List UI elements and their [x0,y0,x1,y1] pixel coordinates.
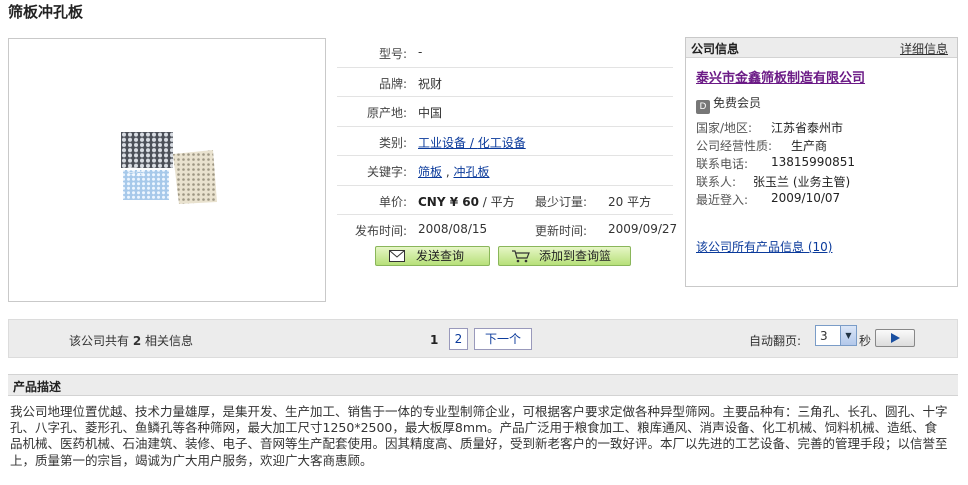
play-icon [891,333,900,343]
description-header: 产品描述 [8,374,958,396]
company-nature: 公司经营性质: 生产商 [696,137,827,154]
send-inquiry-label: 发送查询 [416,249,465,263]
seconds-label: 秒 [859,334,872,348]
company-info-panel: 公司信息 详细信息 泰兴市金鑫筛板制造有限公司 D 免费会员 国家/地区: 江苏省泰… [685,37,958,287]
description-title: 产品描述 [13,380,62,394]
description-text: 我公司地理位置优越、技术力量雄厚，是集开发、生产加工、销售于一体的专业型制筛企业… [10,404,948,468]
price-unit: / 平方 [478,194,515,209]
membership-badge: D 免费会员 [696,94,761,114]
count-number: 2 [132,334,142,348]
attr-row-brand: 品牌: 祝财 [337,68,673,97]
publish-value: 2008/08/15 [418,222,488,236]
contact-value: 张玉兰 (业务主管) [753,175,851,189]
pagination-bar: 该公司共有 2 相关信息 1 2 下一个 自动翻页: 3 ▼ 秒 [8,319,958,358]
membership-label: 免费会员 [713,96,762,110]
moq-value: 20 平方 [608,194,652,209]
cart-icon [512,250,530,263]
category-value: 工业设备 / 化工设备 [418,134,526,151]
attr-row-model: 型号: - [337,38,673,68]
origin-label: 原产地: [366,106,407,120]
page-title: 筛板冲孔板 [8,3,84,21]
publish-label: 发布时间: [354,224,407,238]
nature-value: 生产商 [791,139,828,153]
login-value: 2009/10/07 [771,191,841,205]
member-icon: D [696,100,710,114]
company-name-link[interactable]: 泰兴市金鑫筛板制造有限公司 [696,67,865,86]
add-to-basket-button[interactable]: 添加到查询篮 [498,246,631,266]
price-amount: CNY ¥ 60 [418,194,479,209]
login-label: 最近登入: [696,193,749,207]
all-products-link[interactable]: 该公司所有产品信息 (10) [696,238,832,255]
envelope-icon [389,250,405,262]
send-inquiry-button[interactable]: 发送查询 [375,246,490,266]
attr-row-origin: 原产地: 中国 [337,97,673,127]
company-details-link[interactable]: 详细信息 [900,40,948,57]
next-page-button[interactable]: 下一个 [474,328,532,350]
brand-label: 品牌: [378,76,407,91]
auto-page-label: 自动翻页: [749,334,802,348]
phone-value: 13815990851 [771,155,855,169]
company-info-header: 公司信息 详细信息 [686,38,957,58]
keyword-value: 筛板 , 冲孔板 [418,163,489,180]
attr-row-dates: 发布时间: 2008/08/15 更新时间: 2009/09/27 [337,215,677,245]
product-image-frame[interactable]: 百盛 [8,38,326,302]
keyword-link-sieve-plate[interactable]: 筛板 [418,165,442,179]
company-last-login: 最近登入: 2009/10/07 [696,191,840,208]
image-watermark: 百盛 [127,166,145,178]
auto-page-value: 3 [820,329,828,343]
contact-label: 联系人: [696,175,737,189]
count-prefix: 该公司共有 [69,334,133,348]
count-suffix: 相关信息 [141,334,194,348]
category-link-chemical[interactable]: 化工设备 [478,136,526,150]
model-label: 型号: [378,47,407,61]
phone-label: 联系电话: [696,157,749,171]
category-link-industrial[interactable]: 工业设备 [418,136,466,150]
attr-row-keywords: 关键字: 筛板 , 冲孔板 [337,156,673,186]
attr-row-price: 单价: CNY ¥ 60 / 平方 最少订量: 20 平方 [337,186,673,215]
origin-value: 中国 [418,106,443,120]
region-value: 江苏省泰州市 [771,121,844,135]
region-label: 国家/地区: [696,121,753,135]
page-current: 1 [430,333,439,347]
update-value: 2009/09/27 [608,222,678,236]
add-to-basket-label: 添加到查询篮 [539,249,612,263]
keyword-separator: , [442,165,454,179]
nature-label: 公司经营性质: [696,139,773,153]
attr-row-category: 类别: 工业设备 / 化工设备 [337,127,673,156]
company-phone: 联系电话: 13815990851 [696,155,855,172]
category-label: 类别: [378,135,407,150]
result-count: 该公司共有 2 相关信息 [69,332,193,349]
keyword-label: 关键字: [366,165,407,179]
auto-page-select[interactable]: 3 ▼ [815,325,857,346]
price-value: CNY ¥ 60 / 平方 [418,193,515,210]
auto-page-play-button[interactable] [875,329,915,347]
price-label: 单价: [378,194,407,209]
company-region: 国家/地区: 江苏省泰州市 [696,119,843,136]
update-label: 更新时间: [535,224,588,238]
chevron-down-icon[interactable]: ▼ [840,326,856,345]
page-2-button[interactable]: 2 [449,328,468,350]
category-separator: / [466,135,478,150]
moq-label: 最少订量: [535,194,588,209]
brand-value: 祝财 [418,76,443,91]
product-image[interactable]: 百盛 [121,132,217,208]
model-value: - [418,45,423,59]
company-info-title: 公司信息 [691,42,740,56]
company-contact: 联系人: 张玉兰 (业务主管) [696,173,850,190]
keyword-link-punched-plate[interactable]: 冲孔板 [453,165,489,179]
product-attributes: 型号: - 品牌: 祝财 原产地: 中国 类别: 工业设备 / 化工设备 关键字… [337,38,677,245]
